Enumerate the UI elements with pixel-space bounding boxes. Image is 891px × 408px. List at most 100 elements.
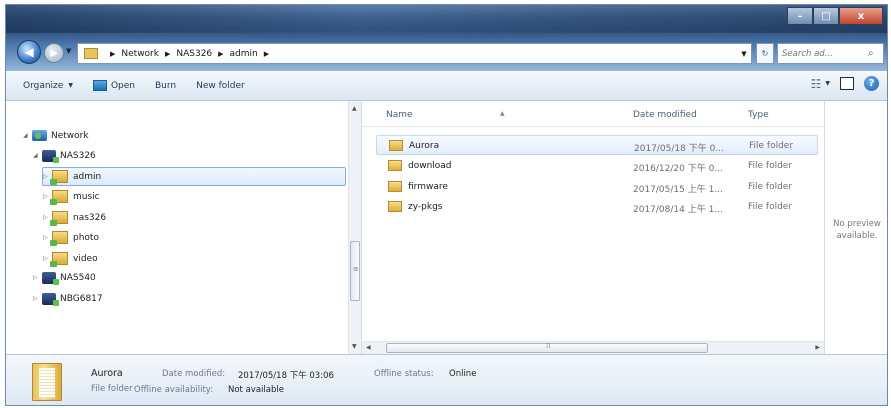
file-name: download [408,160,452,171]
details-date-label: Date modified: [162,369,226,379]
tree-item-nas540[interactable]: ▷ NAS540 [33,268,96,287]
breadcrumb-admin[interactable]: admin [230,49,258,59]
tree-item-label: video [73,253,98,264]
file-date: 2017/05/18 下午 0... [634,144,724,154]
refresh-button[interactable]: ↻ [756,43,774,64]
tree-item-admin[interactable]: ▷ admin [42,167,346,186]
collapse-icon[interactable]: ◢ [23,132,32,139]
tree-item-label: music [73,191,100,202]
share-folder-icon [50,252,68,267]
column-header: ▲ Name Date modified Type [362,101,824,127]
arrow-right-icon[interactable]: ▶ [815,344,820,351]
minimize-button[interactable]: – [787,7,813,25]
breadcrumb-nas326[interactable]: NAS326 [176,49,212,59]
file-name: Aurora [409,140,440,151]
new-folder-button[interactable]: New folder [193,76,248,96]
share-folder-icon [50,170,68,185]
preview-pane: No preview available. [824,101,887,354]
preview-pane-icon[interactable] [840,77,854,90]
column-type[interactable]: Type [748,110,769,120]
search-input[interactable] [782,48,866,59]
chevron-right-icon[interactable]: ▶ [110,50,115,58]
tree-item-music[interactable]: ▷ music [43,187,100,206]
file-row-aurora[interactable]: Aurora 2017/05/18 下午 0... File folder [376,135,818,155]
grip-icon: ⁞⁞ [546,342,551,350]
address-dropdown-button[interactable]: ▼ [737,44,751,63]
chevron-down-icon[interactable]: ▼ [825,80,830,87]
nas-icon [42,271,59,285]
file-date: 2017/05/15 上午 1... [633,185,723,195]
chevron-down-icon: ▼ [66,47,72,55]
file-row-zy-pkgs[interactable]: zy-pkgs 2017/08/14 上午 1... File folder [376,197,818,217]
chevron-right-icon[interactable]: ▶ [218,50,223,58]
folder-icon [388,201,402,212]
share-folder-icon [50,231,68,246]
file-list-horizontal-scrollbar[interactable]: ◀ ⁞⁞ ▶ [362,341,824,354]
details-date-value: 2017/05/18 下午 03:06 [238,371,334,381]
grip-icon: ≡ [353,265,359,273]
help-icon[interactable]: ? [864,76,879,91]
preview-message: No preview available. [825,218,887,242]
file-name-cell: zy-pkgs [388,201,442,212]
preview-line-2: available. [836,231,878,241]
file-name-cell: download [388,160,452,171]
nav-pane-scrollbar[interactable]: ▲ ≡ ▼ [348,101,361,354]
address-bar[interactable]: ▶ Network ▶ NAS326 ▶ admin ▶ ▼ [77,43,752,64]
tree-item-label: NBG6817 [60,293,103,304]
file-name: zy-pkgs [408,201,443,212]
collapse-icon[interactable]: ◢ [33,152,42,159]
tree-item-label: NAS326 [60,150,96,161]
open-button[interactable]: Open [90,76,138,96]
file-type: File folder [749,141,794,151]
details-offline-availability-label: Offline availability: [134,385,214,395]
file-row-download[interactable]: download 2016/12/20 下午 0... File folder [376,156,818,176]
back-button[interactable]: ◀ [17,40,41,64]
arrow-left-icon: ◀ [24,45,34,59]
breadcrumb-network[interactable]: Network [121,49,159,59]
close-button[interactable]: x [839,7,883,25]
details-name: Aurora [91,368,123,379]
search-box[interactable]: ⌕ [777,43,884,64]
tree-item-video[interactable]: ▷ video [43,249,98,268]
tree-item-label: photo [73,232,99,243]
folder-icon [389,140,403,151]
burn-button[interactable]: Burn [152,76,179,96]
toolbar-right-group: ☷ ▼ ? [811,76,879,91]
expand-icon[interactable]: ▷ [33,274,42,281]
folder-thumbnail-icon [32,363,62,401]
tree-item-nbg6817[interactable]: ▷ NBG6817 [33,289,103,308]
expand-icon[interactable]: ▷ [33,295,42,302]
forward-button[interactable]: ▶ [44,43,64,63]
chevron-right-icon[interactable]: ▶ [264,50,269,58]
tree-item-label: admin [73,171,102,182]
explorer-window: – □ x ◀ ▶ ▼ ▶ Network ▶ NAS326 ▶ admin ▶… [5,4,888,406]
open-icon [92,80,107,91]
recent-pages-button[interactable]: ▼ [66,47,71,55]
chevron-right-icon[interactable]: ▶ [165,50,170,58]
organize-button[interactable]: Organize ▼ [20,76,76,96]
arrow-left-icon[interactable]: ◀ [366,344,371,351]
file-name: firmware [408,181,448,192]
views-icon[interactable]: ☷ [811,77,822,91]
column-date-modified[interactable]: Date modified [633,110,697,120]
breadcrumb: ▶ Network ▶ NAS326 ▶ admin ▶ [104,49,275,59]
open-label: Open [110,80,135,91]
arrow-down-icon[interactable]: ▼ [352,343,357,350]
tree-item-label: Network [51,130,89,141]
preview-line-1: No preview [833,219,881,229]
chevron-down-icon: ▼ [68,82,73,89]
tree-item-nas326-share[interactable]: ▷ nas326 [43,208,106,227]
burn-label: Burn [155,80,177,91]
maximize-button[interactable]: □ [813,7,839,25]
arrow-up-icon[interactable]: ▲ [352,105,357,112]
title-bar: – □ x ◀ ▶ ▼ ▶ Network ▶ NAS326 ▶ admin ▶… [6,5,887,71]
column-name[interactable]: Name [386,110,413,120]
search-icon[interactable]: ⌕ [868,48,874,59]
file-row-firmware[interactable]: firmware 2017/05/15 上午 1... File folder [376,177,818,197]
nas-icon [42,149,59,163]
tree-item-network[interactable]: ◢ Network [23,126,89,145]
command-bar: Organize ▼ Open Burn New folder ☷ ▼ ? [6,71,887,101]
details-pane: Aurora File folder Date modified: 2017/0… [6,354,887,405]
tree-item-nas326[interactable]: ◢ NAS326 [33,146,96,165]
tree-item-photo[interactable]: ▷ photo [43,228,99,247]
